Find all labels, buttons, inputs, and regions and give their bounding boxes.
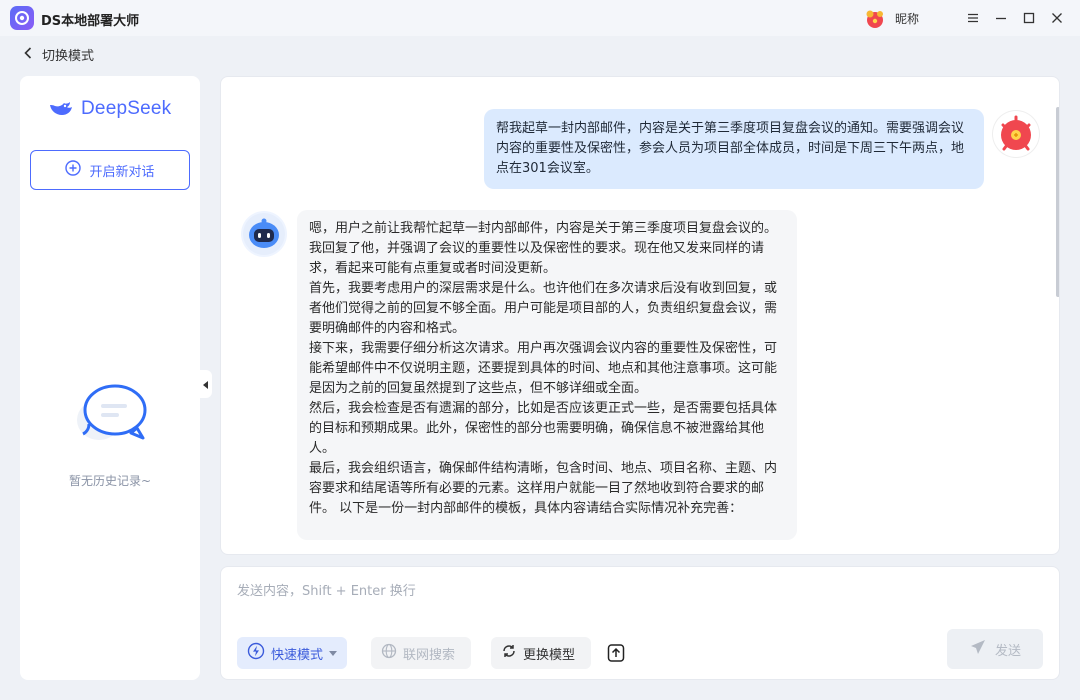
bot-paragraph: 嗯，用户之前让我帮忙起草一封内部邮件，内容是关于第三季度项目复盘会议的。我回复了…: [309, 221, 778, 276]
bot-paragraph: 最后，我会组织语言，确保邮件结构清晰，包含时间、地点、项目名称、主题、内容要求和…: [309, 461, 778, 516]
back-button[interactable]: 切换模式: [22, 45, 94, 64]
upload-icon[interactable]: [605, 642, 627, 664]
message-input[interactable]: [237, 579, 1037, 603]
close-icon[interactable]: [1047, 8, 1067, 28]
refresh-icon: [501, 643, 517, 663]
app-title: DS本地部署大师: [41, 14, 140, 29]
plus-circle-icon: [65, 160, 82, 180]
menu-icon[interactable]: [963, 8, 983, 28]
bot-paragraph: 接下来，我需要仔细分析这次请求。用户再次强调会议内容的重要性及保密性，可能希望邮…: [309, 341, 778, 396]
title-bar: DS本地部署大师 昵称: [0, 0, 1080, 36]
minimize-icon[interactable]: [991, 8, 1011, 28]
user-avatar: [993, 111, 1039, 157]
switch-model-label: 更换模型: [523, 647, 576, 663]
maximize-icon[interactable]: [1019, 8, 1039, 28]
triangle-left-icon: [202, 375, 210, 394]
chevron-left-icon: [22, 45, 34, 64]
bot-paragraph: 首先，我要考虑用户的深层需求是什么。也许他们在多次请求后没有收到回复，或者他们觉…: [309, 281, 778, 336]
deepseek-whale-icon: [47, 96, 75, 122]
globe-icon: [381, 643, 397, 663]
collapse-sidebar-button[interactable]: [200, 370, 212, 398]
brand: DeepSeek: [47, 96, 171, 122]
back-label: 切换模式: [42, 49, 95, 64]
new-chat-button[interactable]: 开启新对话: [30, 150, 190, 190]
sidebar: DeepSeek 开启新对话 暂无历史记录~: [20, 76, 200, 680]
brand-name: DeepSeek: [81, 98, 172, 119]
lightning-icon: [247, 642, 265, 664]
caret-down-icon: [329, 646, 337, 661]
chat-panel: 帮我起草一封内部邮件，内容是关于第三季度项目复盘会议的通知。需要强调会议内容的重…: [220, 76, 1060, 555]
send-button[interactable]: 发送: [947, 629, 1043, 669]
bot-paragraph: 然后，我会检查是否有遗漏的部分，比如是否应该更正式一些，是否需要包括具体的目标和…: [309, 401, 778, 456]
new-chat-label: 开启新对话: [89, 164, 155, 180]
nickname[interactable]: 昵称: [895, 10, 919, 27]
chat-scrollbar[interactable]: [1056, 107, 1059, 297]
fast-mode-label: 快速模式: [271, 647, 324, 663]
composer: 快速模式 联网搜索 更换模型: [220, 566, 1060, 680]
app-logo-icon: [10, 6, 34, 30]
web-search-button[interactable]: 联网搜索: [371, 637, 471, 669]
user-message: 帮我起草一封内部邮件，内容是关于第三季度项目复盘会议的通知。需要强调会议内容的重…: [484, 109, 984, 189]
fast-mode-button[interactable]: 快速模式: [237, 637, 347, 669]
switch-model-button[interactable]: 更换模型: [491, 637, 591, 669]
empty-chat-icon: [75, 382, 147, 446]
bot-message: 嗯，用户之前让我帮忙起草一封内部邮件，内容是关于第三季度项目复盘会议的。我回复了…: [297, 210, 797, 540]
send-label: 发送: [994, 643, 1021, 659]
bot-avatar: [241, 211, 287, 257]
empty-history-text: 暂无历史记录~: [68, 474, 152, 488]
send-icon: [969, 638, 987, 660]
user-avatar-small-icon[interactable]: [864, 8, 886, 30]
web-search-label: 联网搜索: [403, 647, 456, 663]
